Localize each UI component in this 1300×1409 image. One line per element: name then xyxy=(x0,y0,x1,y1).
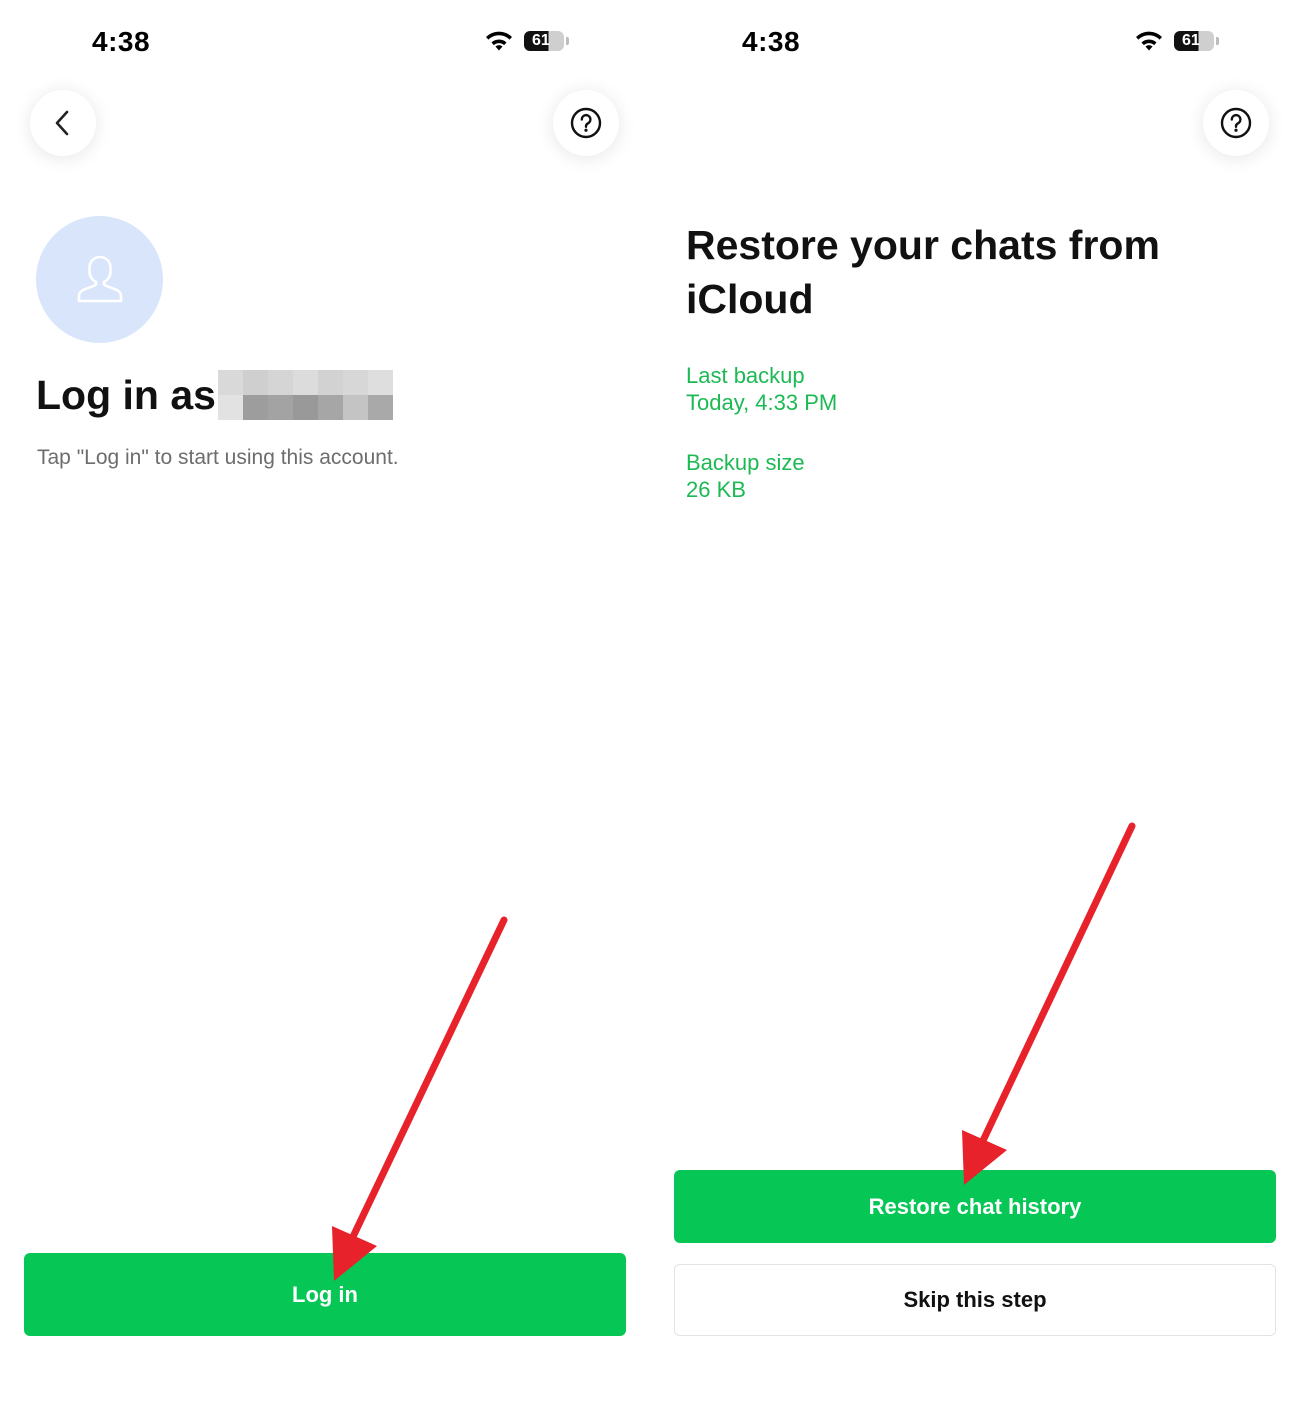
last-backup-label: Last backup xyxy=(686,363,805,388)
login-button[interactable]: Log in xyxy=(24,1253,626,1336)
skip-step-button[interactable]: Skip this step xyxy=(674,1264,1276,1336)
backup-size-value: 26 KB xyxy=(686,477,746,502)
last-backup-info: Last backup Today, 4:33 PM xyxy=(686,362,837,416)
page-title: Restore your chats from iCloud xyxy=(686,222,1160,322)
login-subtitle: Tap "Log in" to start using this account… xyxy=(37,446,399,469)
status-icons: 61 xyxy=(1134,30,1219,52)
avatar xyxy=(36,216,163,343)
status-time: 4:38 xyxy=(742,26,801,57)
wifi-icon xyxy=(1136,31,1162,51)
login-screen: 4:38 61 Log in as Tap "Log in" to start … xyxy=(0,0,650,1409)
question-circle-icon xyxy=(1220,107,1252,139)
login-title-row: Log in as xyxy=(36,370,393,420)
redacted-account-name xyxy=(217,370,393,420)
battery-icon: 61 xyxy=(1174,31,1219,51)
last-backup-value: Today, 4:33 PM xyxy=(686,390,838,415)
battery-icon: 61 xyxy=(524,31,569,51)
backup-size-info: Backup size 26 KB xyxy=(686,449,805,503)
question-circle-icon xyxy=(570,107,602,139)
status-icons: 61 xyxy=(484,30,569,52)
backup-size-label: Backup size xyxy=(686,450,805,475)
help-button[interactable] xyxy=(553,90,619,156)
page-title: Log in as xyxy=(36,372,216,418)
restore-chat-history-button[interactable]: Restore chat history xyxy=(674,1170,1276,1243)
annotation-arrow xyxy=(332,916,508,1281)
chevron-left-icon xyxy=(55,110,69,136)
wifi-icon xyxy=(486,31,512,51)
restore-screen: 4:38 61 Restore your chats from iCloud L… xyxy=(650,0,1300,1409)
help-button[interactable] xyxy=(1203,90,1269,156)
status-time: 4:38 xyxy=(92,26,151,57)
person-outline-icon xyxy=(77,255,122,302)
back-button[interactable] xyxy=(30,90,96,156)
